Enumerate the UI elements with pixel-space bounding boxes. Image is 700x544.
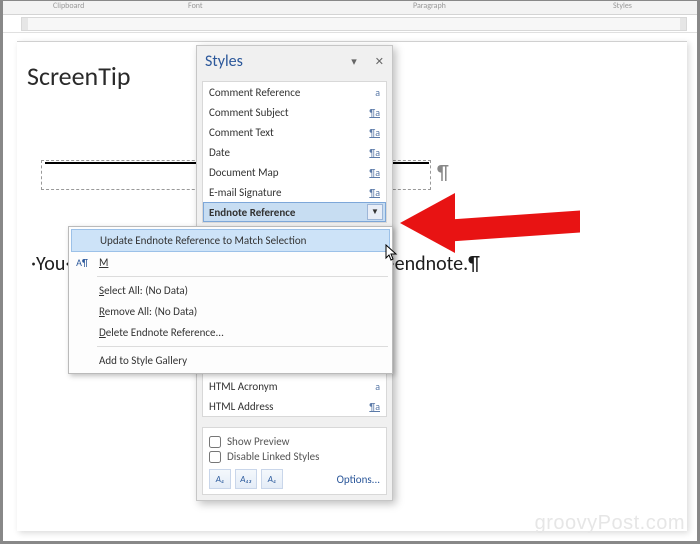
style-row[interactable]: Document Map¶a [203,162,386,182]
menu-update-to-match[interactable]: Update Endnote Reference to Match Select… [71,229,390,252]
menu-add-gallery[interactable]: Add to Style Gallery [69,350,392,371]
ribbon-group-paragraph: Paragraph [413,1,446,11]
watermark: groovyPost.com [535,512,685,535]
show-preview-checkbox[interactable]: Show Preview [209,435,380,448]
ribbon-group-styles: Styles [613,1,632,11]
ribbon-group-font: Font [188,1,203,11]
style-row[interactable]: Comment Referencea [203,82,386,102]
menu-remove-all[interactable]: Remove All: (No Data) [69,301,392,322]
new-style-icon[interactable]: A₄ [209,469,231,489]
modify-icon: A¶ [75,255,89,269]
menu-delete-ref[interactable]: Delete Endnote Reference... [69,322,392,343]
callout-arrow-icon [400,193,580,253]
options-link[interactable]: Options... [337,473,380,486]
styles-list-top: Comment Referencea Comment Subject¶a Com… [202,81,387,223]
menu-modify[interactable]: A¶ M [69,252,392,273]
style-context-menu: Update Endnote Reference to Match Select… [68,226,393,374]
pilcrow-mark: ¶ [437,161,449,185]
ribbon-group-labels: Clipboard Font Paragraph Styles [3,1,697,15]
style-row[interactable]: Comment Text¶a [203,122,386,142]
style-inspector-icon[interactable]: A₄₃ [235,469,257,489]
style-row[interactable]: HTML Acronyma [203,376,386,396]
mouse-cursor-icon [385,244,399,262]
close-icon[interactable]: ✕ [375,55,384,68]
disable-linked-checkbox[interactable]: Disable Linked Styles [209,450,380,463]
style-row[interactable]: Date¶a [203,142,386,162]
style-row[interactable]: E-mail Signature¶a [203,182,386,202]
styles-pane-footer: Show Preview Disable Linked Styles A₄ A₄… [202,427,387,495]
styles-pane-title: Styles [205,52,243,71]
style-row-selected[interactable]: Endnote Reference ▼ [203,202,386,222]
ruler[interactable] [3,15,697,33]
ribbon-group-clipboard: Clipboard [53,1,84,11]
menu-select-all[interactable]: Select All: (No Data) [69,280,392,301]
style-row[interactable]: Comment Subject¶a [203,102,386,122]
style-row[interactable]: HTML Address¶a [203,396,386,416]
manage-styles-icon[interactable]: A₄ [261,469,283,489]
pane-options-icon[interactable]: ▾ [351,55,357,68]
style-dropdown-icon[interactable]: ▼ [367,204,383,220]
